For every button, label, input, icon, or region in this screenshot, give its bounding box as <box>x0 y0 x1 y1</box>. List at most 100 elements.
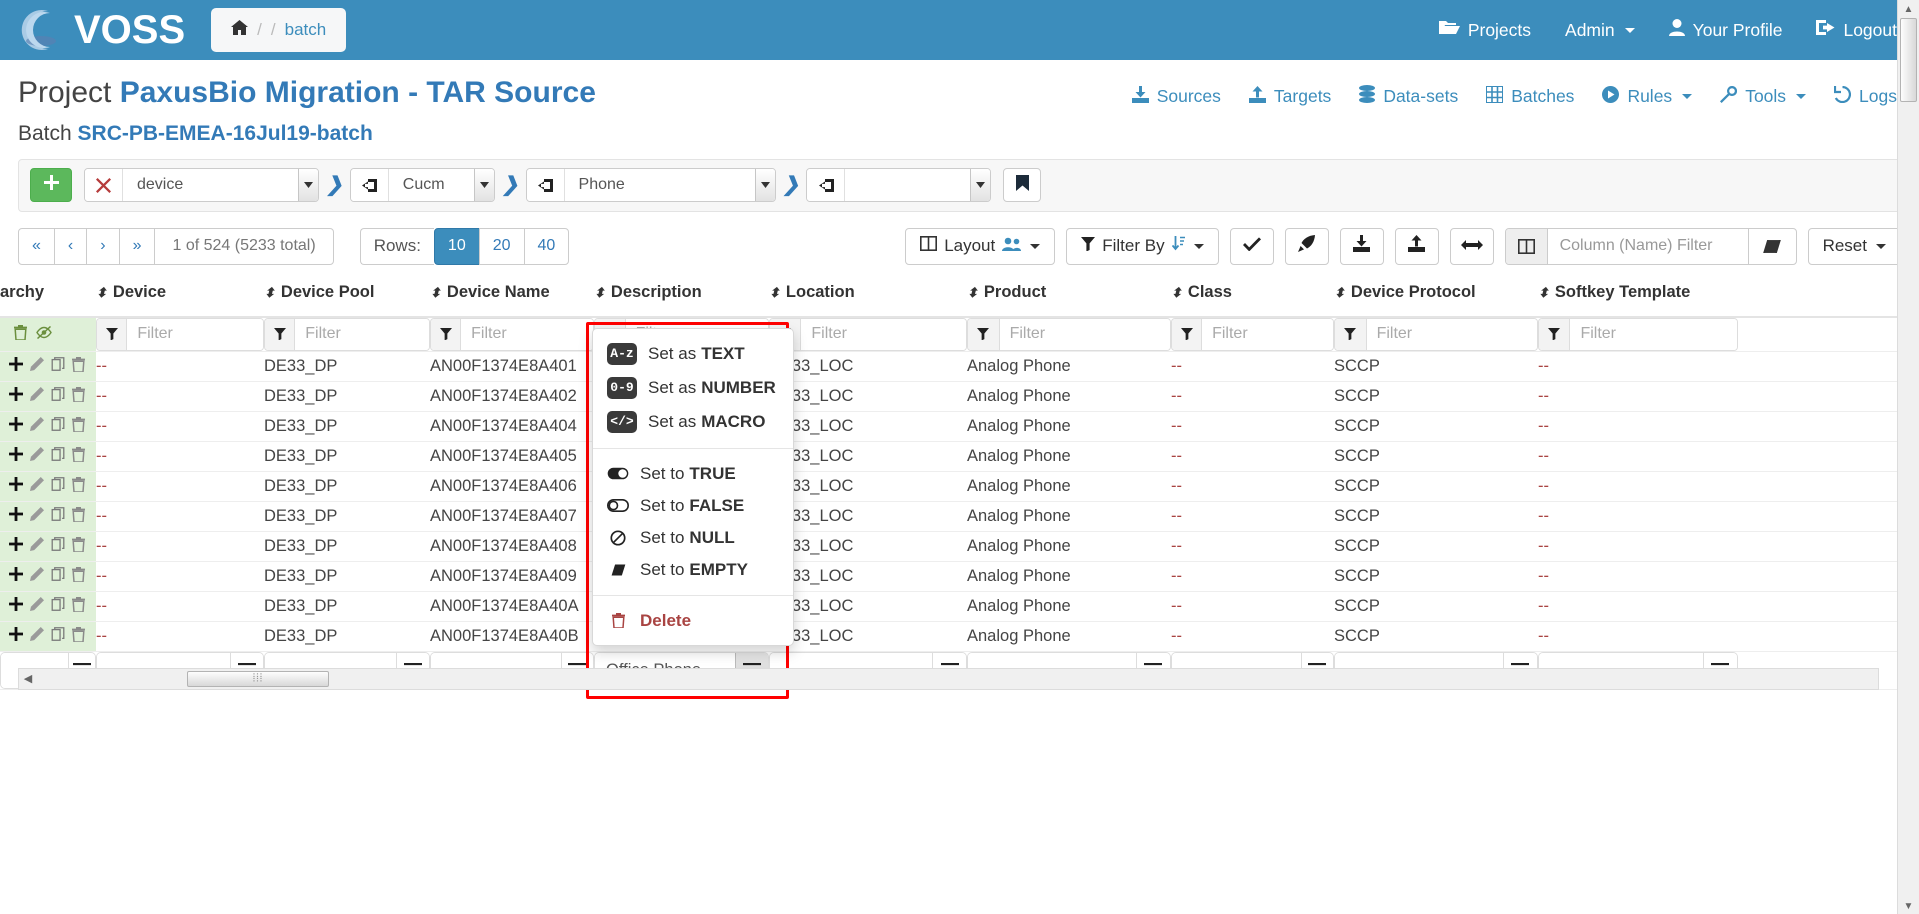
brand-logo[interactable]: VOSS <box>18 7 185 53</box>
rows-option-40[interactable]: 40 <box>524 228 570 265</box>
row-copy-icon[interactable] <box>51 447 65 465</box>
filter-group-device[interactable] <box>96 318 264 351</box>
filter-group-device_protocol[interactable] <box>1334 318 1538 351</box>
funnel-icon[interactable] <box>968 319 1000 350</box>
row-add-icon[interactable] <box>9 387 23 405</box>
page-last-button[interactable]: » <box>119 228 156 265</box>
row-add-icon[interactable] <box>9 627 23 645</box>
nav-logout[interactable]: Logout <box>1816 19 1897 41</box>
sign-in-icon[interactable] <box>807 169 845 201</box>
row-add-icon[interactable] <box>9 567 23 585</box>
col-header-device-pool[interactable]: ⬍Device Pool <box>264 279 430 317</box>
row-copy-icon[interactable] <box>51 567 65 585</box>
cell-device_protocol[interactable]: SCCP <box>1334 381 1538 411</box>
funnel-icon[interactable] <box>1539 319 1570 350</box>
row-delete-icon[interactable] <box>72 447 85 466</box>
funnel-icon[interactable] <box>1172 319 1202 350</box>
cell-device_name[interactable]: AN00F1374E8A405 <box>430 441 594 471</box>
cell-product[interactable]: Analog Phone <box>967 561 1171 591</box>
row-copy-icon[interactable] <box>51 417 65 435</box>
add-hierarchy-button[interactable] <box>30 168 72 202</box>
hierarchy-select-phone-value-wrap[interactable]: Phone <box>565 169 775 201</box>
cell-softkey_template[interactable]: -- <box>1538 501 1738 531</box>
import-button[interactable] <box>1395 228 1439 265</box>
layout-button[interactable]: Layout <box>905 228 1055 265</box>
sort-icon[interactable]: ⬍ <box>430 285 441 301</box>
row-delete-icon[interactable] <box>72 567 85 586</box>
cell-class[interactable]: -- <box>1171 591 1334 621</box>
project-link-tools[interactable]: Tools <box>1720 86 1806 108</box>
row-delete-icon[interactable] <box>72 507 85 526</box>
cell-class[interactable]: -- <box>1171 411 1334 441</box>
cell-location[interactable]: DE33_LOC <box>769 351 967 381</box>
cell-device_protocol[interactable]: SCCP <box>1334 501 1538 531</box>
row-copy-icon[interactable] <box>51 507 65 525</box>
cell-device_pool[interactable]: DE33_DP <box>264 381 430 411</box>
row-edit-icon[interactable] <box>30 597 44 615</box>
sort-icon[interactable]: ⬍ <box>96 285 107 301</box>
fit-width-button[interactable] <box>1450 228 1494 265</box>
cell-location[interactable]: DE33_LOC <box>769 621 967 651</box>
page-first-button[interactable]: « <box>18 228 55 265</box>
cell-location[interactable]: DE33_LOC <box>769 381 967 411</box>
row-copy-icon[interactable] <box>51 477 65 495</box>
home-icon[interactable] <box>231 20 248 40</box>
page-next-button[interactable]: › <box>86 228 119 265</box>
row-copy-icon[interactable] <box>51 627 65 645</box>
cell-device[interactable]: -- <box>96 381 264 411</box>
hierarchy-delete-icon[interactable] <box>14 325 27 344</box>
cell-class[interactable]: -- <box>1171 621 1334 651</box>
row-edit-icon[interactable] <box>30 627 44 645</box>
menu-item-false[interactable]: Set to FALSE <box>593 490 793 522</box>
cell-device_protocol[interactable]: SCCP <box>1334 591 1538 621</box>
cell-device[interactable]: -- <box>96 441 264 471</box>
cell-location[interactable]: DE33_LOC <box>769 531 967 561</box>
cell-device_name[interactable]: AN00F1374E8A406 <box>430 471 594 501</box>
cell-softkey_template[interactable]: -- <box>1538 531 1738 561</box>
cell-product[interactable]: Analog Phone <box>967 591 1171 621</box>
row-add-icon[interactable] <box>9 357 23 375</box>
cell-location[interactable]: DE33_LOC <box>769 441 967 471</box>
cell-location[interactable]: DE33_LOC <box>769 471 967 501</box>
cell-device_pool[interactable]: DE33_DP <box>264 531 430 561</box>
funnel-icon[interactable] <box>97 319 127 350</box>
col-header-softkey-template[interactable]: ⬍Softkey Template <box>1538 279 1738 317</box>
cell-device_protocol[interactable]: SCCP <box>1334 531 1538 561</box>
cell-device[interactable]: -- <box>96 531 264 561</box>
row-add-icon[interactable] <box>9 447 23 465</box>
cell-location[interactable]: DE33_LOC <box>769 501 967 531</box>
filter-input-device[interactable] <box>127 319 263 350</box>
cell-location[interactable]: DE33_LOC <box>769 411 967 441</box>
cell-device_pool[interactable]: DE33_DP <box>264 411 430 441</box>
cell-class[interactable]: -- <box>1171 531 1334 561</box>
bookmark-button[interactable] <box>1003 168 1041 202</box>
cell-product[interactable]: Analog Phone <box>967 501 1171 531</box>
row-edit-icon[interactable] <box>30 387 44 405</box>
vertical-scroll-thumb[interactable] <box>1900 18 1917 102</box>
col-header-location[interactable]: ⬍Location <box>769 279 967 317</box>
hierarchy-select-device-value-wrap[interactable]: device <box>123 169 318 201</box>
row-copy-icon[interactable] <box>51 597 65 615</box>
export-button[interactable] <box>1340 228 1384 265</box>
cell-product[interactable]: Analog Phone <box>967 351 1171 381</box>
row-add-icon[interactable] <box>9 537 23 555</box>
nav-admin[interactable]: Admin <box>1565 20 1635 41</box>
sort-icon[interactable]: ⬍ <box>1538 285 1549 301</box>
filter-group-location[interactable] <box>769 318 967 351</box>
filter-input-softkey_template[interactable] <box>1570 319 1737 350</box>
scroll-down-arrow-icon[interactable]: ▼ <box>1898 897 1919 912</box>
table-row[interactable]: --DE33_DPAN00F1374E8A408--DE33_LOCAnalog… <box>0 531 1919 561</box>
cell-device[interactable]: -- <box>96 471 264 501</box>
cell-device[interactable]: -- <box>96 351 264 381</box>
cell-device_name[interactable]: AN00F1374E8A40A <box>430 591 594 621</box>
col-header-device[interactable]: ⬍Device <box>96 279 264 317</box>
row-delete-icon[interactable] <box>72 357 85 376</box>
cell-device_pool[interactable]: DE33_DP <box>264 441 430 471</box>
row-delete-icon[interactable] <box>72 387 85 406</box>
filter-input-class[interactable] <box>1202 319 1333 350</box>
cell-device_name[interactable]: AN00F1374E8A401 <box>430 351 594 381</box>
row-delete-icon[interactable] <box>72 537 85 556</box>
cell-device[interactable]: -- <box>96 501 264 531</box>
row-delete-icon[interactable] <box>72 477 85 496</box>
funnel-icon[interactable] <box>431 319 461 350</box>
